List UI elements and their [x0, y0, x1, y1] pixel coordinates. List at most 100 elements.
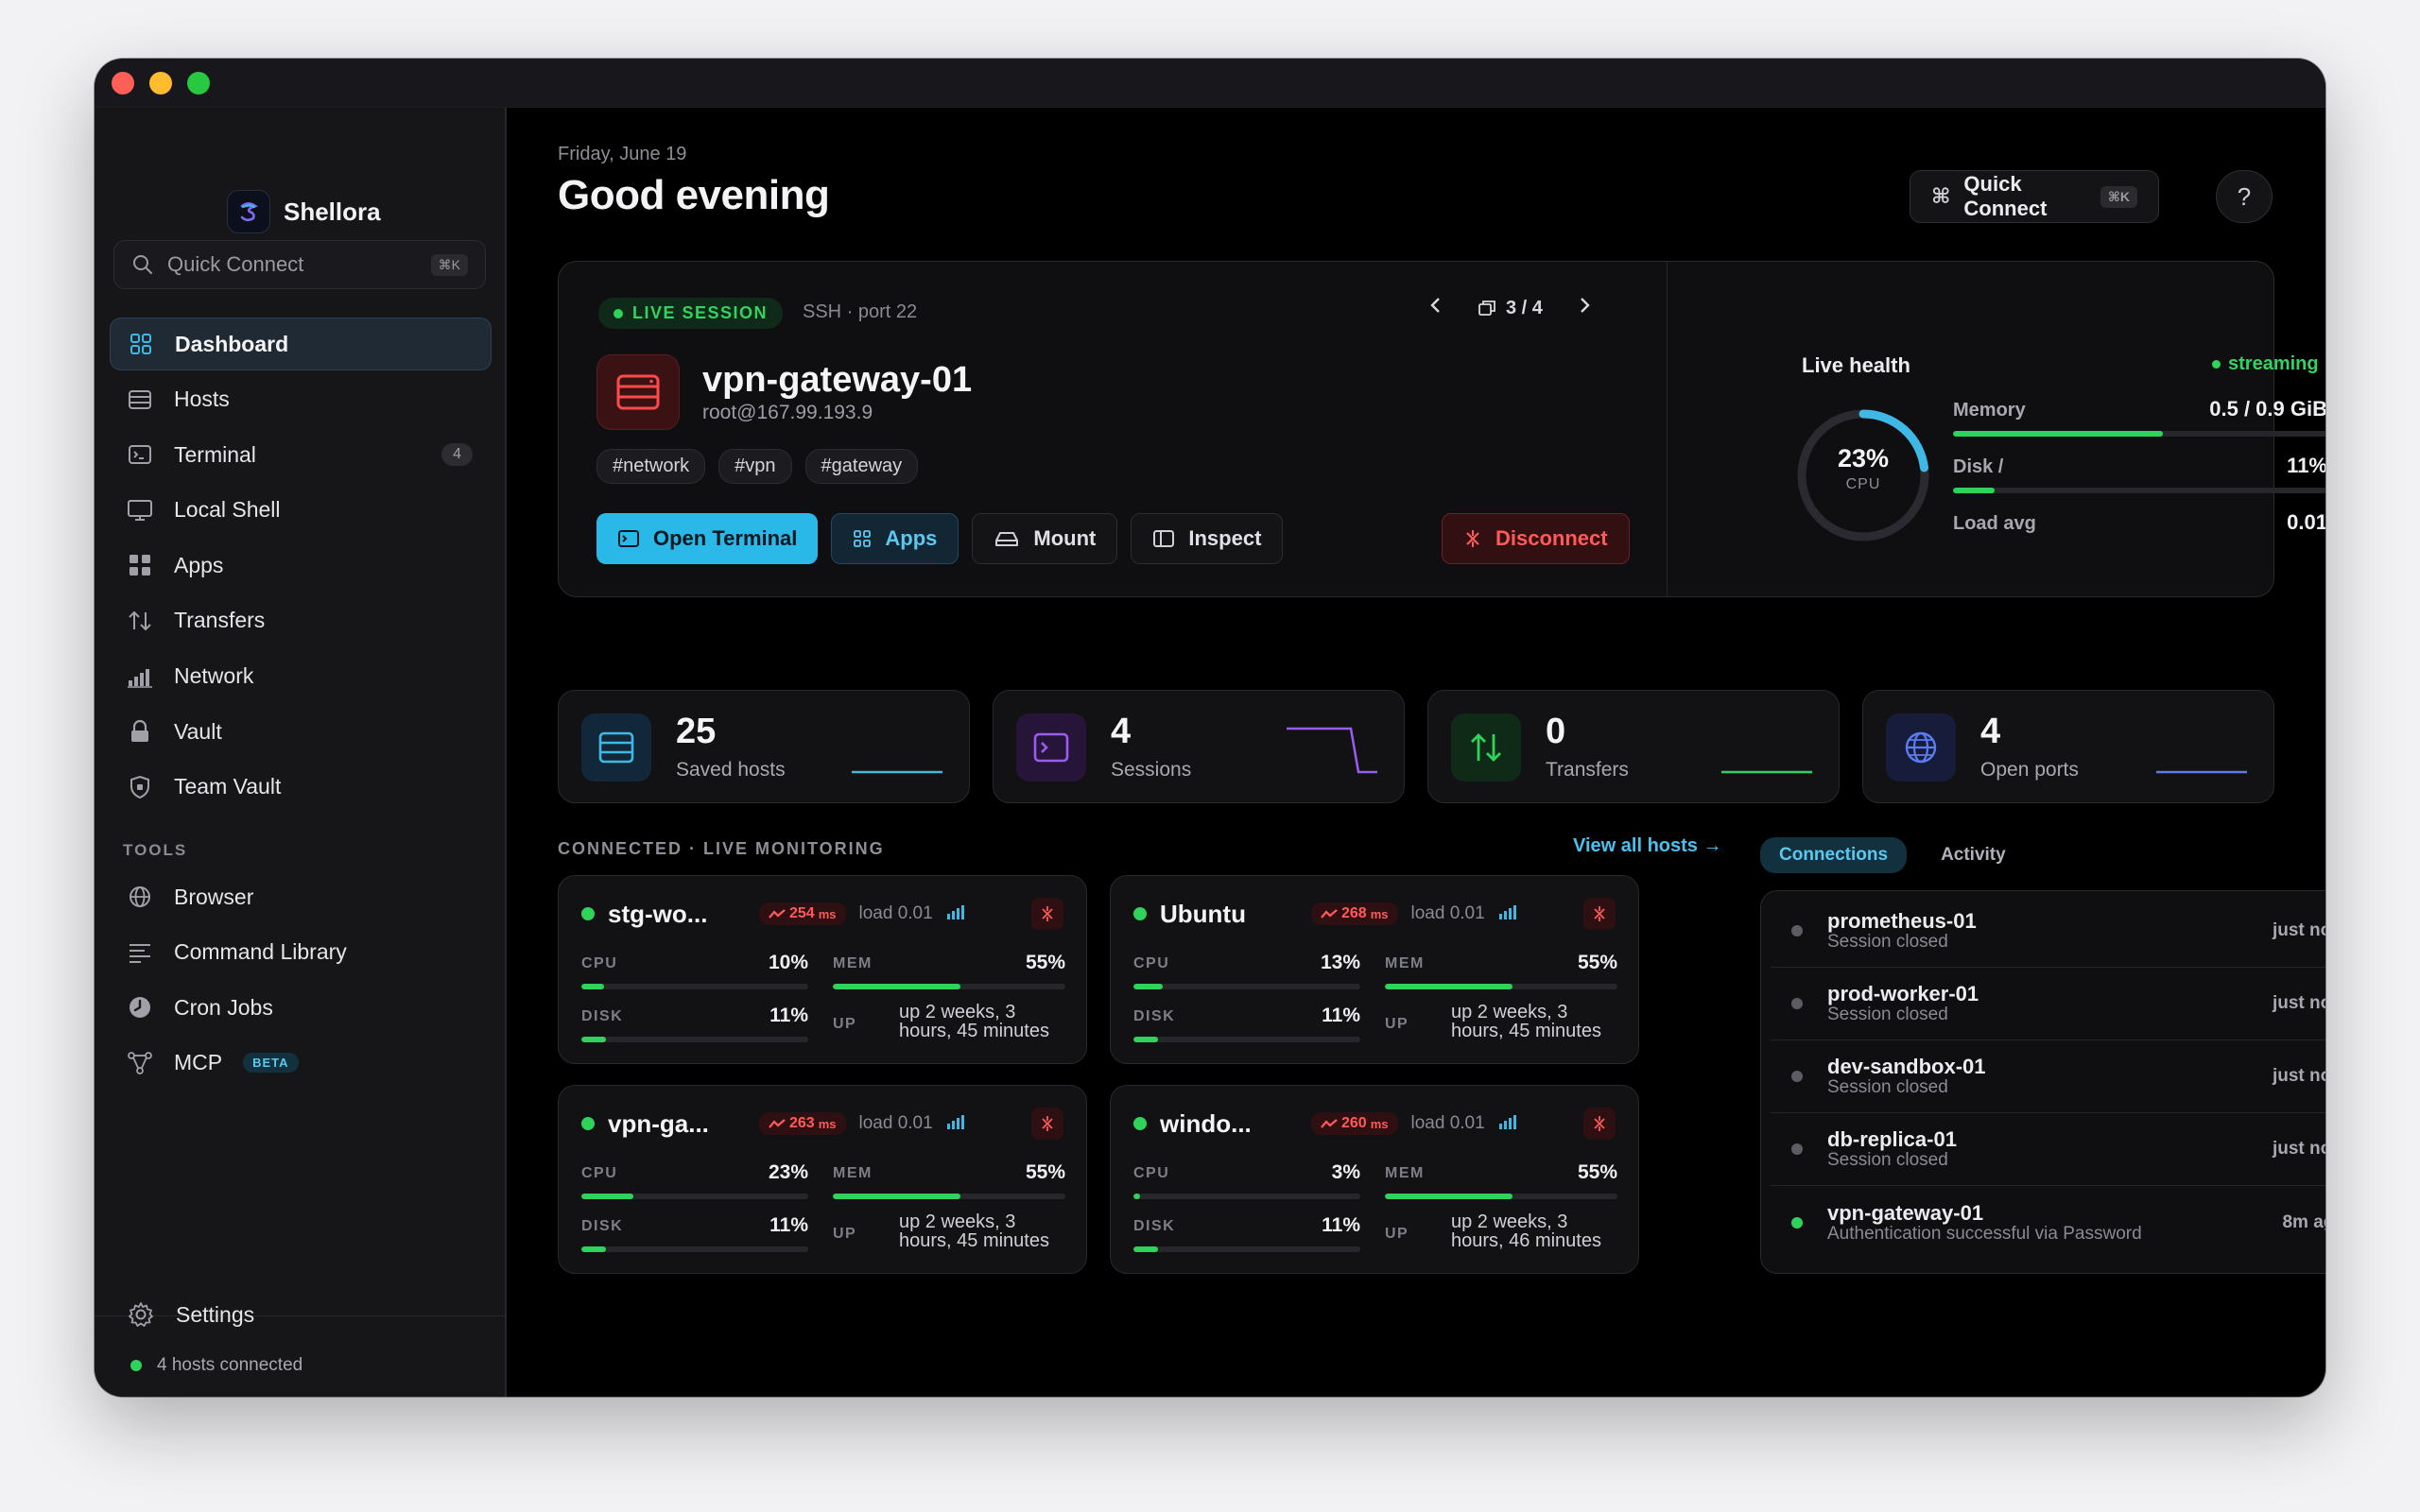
sparkline	[1721, 770, 1812, 774]
open-terminal-button[interactable]: Open Terminal	[596, 513, 819, 564]
terminal-icon	[618, 530, 639, 547]
up-label: UP	[833, 1226, 857, 1242]
host-monitor-card[interactable]: vpn-ga... 263 ms load 0.01 CPU 23% MEM 5…	[558, 1085, 1087, 1274]
host-monitor-card[interactable]: windo... 260 ms load 0.01 CPU 3% MEM 55%	[1110, 1085, 1639, 1274]
sidebar-item-label: Terminal	[174, 441, 256, 467]
chevron-left-icon[interactable]	[1428, 296, 1443, 320]
current-date: Friday, June 19	[558, 144, 687, 164]
host-monitor-card[interactable]: stg-wo... 254 ms load 0.01 CPU 10% MEM 5…	[558, 875, 1087, 1064]
mem-bar	[1385, 984, 1617, 989]
load-average: load 0.01	[1410, 1113, 1485, 1133]
host-tag[interactable]: #gateway	[804, 449, 919, 484]
connection-row[interactable]: prometheus-01 Session closed just now	[1771, 895, 2325, 968]
connection-row[interactable]: prod-worker-01 Session closed just now	[1771, 968, 2325, 1040]
sidebar-item-terminal[interactable]: Terminal 4	[110, 428, 492, 481]
disconnect-button[interactable]: Disconnect	[1442, 513, 1630, 564]
uptime-value: up 2 weeks, 3 hours, 45 minutes	[1451, 1003, 1631, 1040]
latency-value: 268	[1341, 905, 1367, 921]
minimize-window-button[interactable]	[149, 72, 172, 94]
unplug-icon	[1042, 1116, 1053, 1131]
streaming-dot	[2212, 360, 2221, 369]
chevron-right-icon[interactable]	[1577, 296, 1592, 320]
disconnect-host-button[interactable]	[1583, 898, 1616, 930]
mem-bar-fill	[833, 1194, 961, 1199]
cpu-value: 23%	[768, 1161, 808, 1183]
status-dot	[130, 1360, 142, 1371]
uptime-metric: UP	[1385, 1016, 1442, 1033]
server-icon	[581, 713, 651, 782]
inspect-button[interactable]: Inspect	[1131, 513, 1284, 564]
connection-status-dot	[1791, 925, 1803, 936]
connection-row[interactable]: db-replica-01 Session closed just now	[1771, 1113, 2325, 1186]
disk-bar-fill	[1133, 1037, 1159, 1042]
latency-unit: ms	[1370, 1116, 1389, 1131]
hosts-connected-label: 4 hosts connected	[157, 1355, 303, 1375]
connection-row[interactable]: dev-sandbox-01 Session closed just now	[1771, 1040, 2325, 1113]
connection-detail: Session closed	[1827, 1005, 1948, 1024]
sparkline	[2156, 770, 2247, 774]
stat-card-sessions[interactable]: 4 Sessions	[993, 690, 1405, 803]
sidebar-item-hosts[interactable]: Hosts	[110, 373, 492, 426]
tab-connections[interactable]: Connections	[1760, 837, 1908, 873]
sidebar-item-label: Dashboard	[175, 331, 289, 356]
tab-activity[interactable]: Activity	[1922, 837, 2025, 873]
unplug-icon	[1466, 530, 1479, 547]
host-tag[interactable]: #network	[596, 449, 706, 484]
sidebar-item-network[interactable]: Network	[110, 650, 492, 703]
close-window-button[interactable]	[112, 72, 134, 94]
sidebar-item-vault[interactable]: Vault	[110, 705, 492, 758]
live-session-label: LIVE SESSION	[632, 303, 769, 322]
stat-card-open-ports[interactable]: 4 Open ports	[1862, 690, 2274, 803]
latency-badge: 254 ms	[759, 902, 846, 925]
disconnect-host-button[interactable]	[1583, 1108, 1616, 1140]
sidebar-item-transfers[interactable]: Transfers	[110, 594, 492, 647]
cpu-bar	[1133, 1194, 1360, 1199]
sidebar-item-dashboard[interactable]: Dashboard	[110, 318, 492, 370]
streaming-status: streaming	[2212, 353, 2319, 375]
mem-value: 55%	[1577, 952, 1617, 973]
sidebar-item-browser[interactable]: Browser	[110, 870, 492, 923]
connection-host-name: prod-worker-01	[1827, 982, 1979, 1005]
sidebar-item-command-library[interactable]: Command Library	[110, 926, 492, 979]
settings-button[interactable]: Settings	[127, 1300, 254, 1329]
sidebar-item-mcp[interactable]: MCP BETA	[110, 1037, 492, 1090]
view-all-hosts-link[interactable]: View all hosts →	[1573, 835, 1721, 857]
sidebar-item-local-shell[interactable]: Local Shell	[110, 484, 492, 537]
host-monitor-card[interactable]: Ubuntu 268 ms load 0.01 CPU 13% MEM 55%	[1110, 875, 1639, 1064]
signal-bars-icon	[1498, 903, 1519, 925]
mount-button[interactable]: Mount	[972, 513, 1118, 564]
sidebar-item-team-vault[interactable]: Team Vault	[110, 761, 492, 814]
connection-row[interactable]: vpn-gateway-01 Authentication successful…	[1771, 1186, 2325, 1259]
mem-value: 55%	[1577, 1161, 1617, 1183]
disconnect-host-button[interactable]	[1031, 1108, 1063, 1140]
streaming-label: streaming	[2228, 353, 2319, 374]
grid-icon	[854, 530, 872, 547]
help-button[interactable]: ?	[2216, 170, 2273, 223]
cpu-gauge-label: CPU	[1845, 476, 1881, 492]
quick-connect-button[interactable]: ⌘ Quick Connect ⌘K	[1910, 170, 2159, 223]
online-status-dot	[581, 907, 595, 920]
stat-card-saved-hosts[interactable]: 25 Saved hosts	[558, 690, 970, 803]
zoom-window-button[interactable]	[187, 72, 210, 94]
sidebar-search-input[interactable]: Quick Connect ⌘K	[113, 240, 486, 289]
live-session-badge: LIVE SESSION	[598, 298, 784, 329]
mem-bar-fill	[1385, 1194, 1513, 1199]
connection-status-dot	[1791, 1071, 1803, 1082]
stat-card-transfers[interactable]: 0 Transfers	[1427, 690, 1840, 803]
cpu-gauge	[1797, 409, 1929, 541]
sidebar: Shellora Quick Connect ⌘K Dashboard Host…	[95, 108, 507, 1397]
connection-host-name: dev-sandbox-01	[1827, 1055, 1986, 1078]
disk-metric: DISK 11%	[1133, 1005, 1360, 1042]
host-tag[interactable]: #vpn	[718, 449, 792, 484]
sidebar-item-cron-jobs[interactable]: Cron Jobs	[110, 981, 492, 1034]
connection-host-name: vpn-gateway-01	[1827, 1200, 1984, 1225]
sidebar-item-apps[interactable]: Apps	[110, 539, 492, 592]
apps-button[interactable]: Apps	[831, 513, 959, 564]
disk-bar	[1133, 1246, 1360, 1252]
disconnect-host-button[interactable]	[1031, 898, 1063, 930]
brand[interactable]: Shellora	[227, 190, 381, 233]
signal-bars-icon	[1498, 1113, 1519, 1135]
uptime-value: up 2 weeks, 3 hours, 46 minutes	[1451, 1212, 1631, 1250]
nodes-icon	[127, 1050, 153, 1076]
trend-icon	[1321, 1119, 1338, 1128]
